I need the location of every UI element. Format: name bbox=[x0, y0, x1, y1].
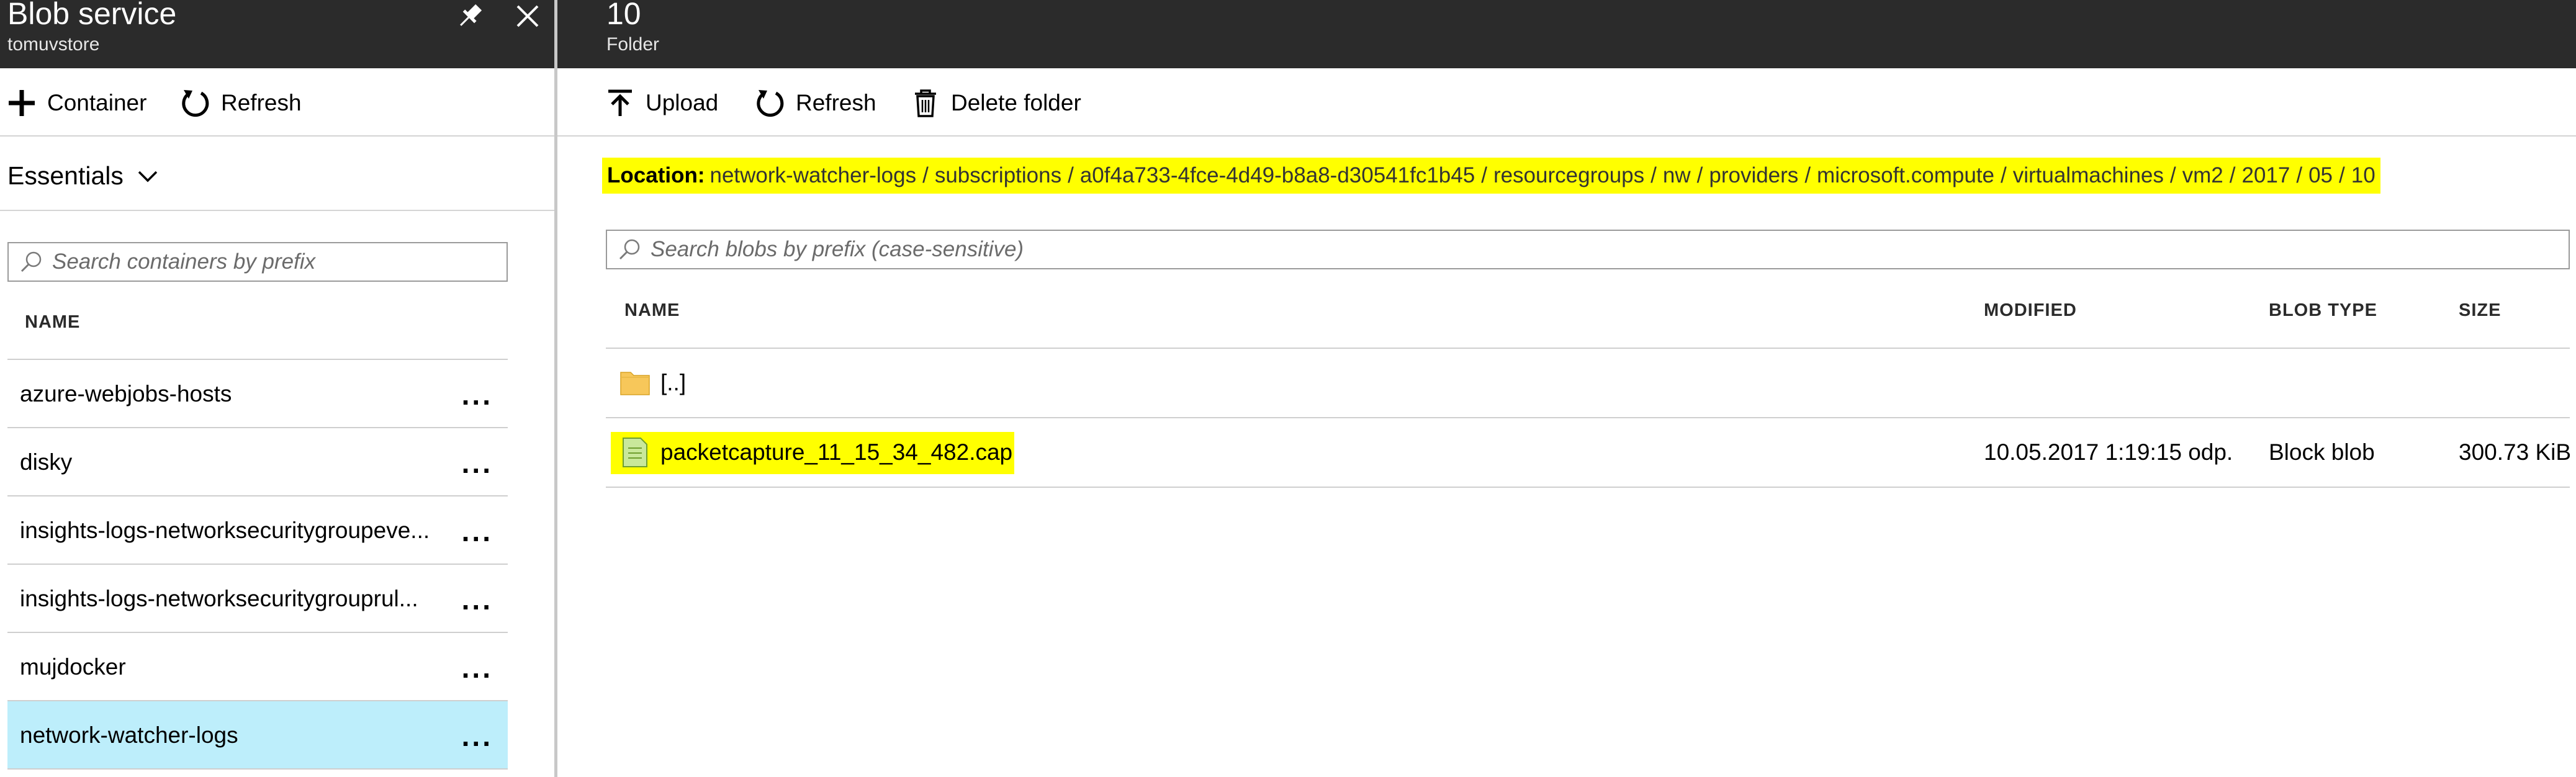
more-options-button[interactable]: ... bbox=[462, 585, 493, 614]
chevron-down-icon bbox=[138, 171, 158, 182]
container-row[interactable]: insights-logs-networksecuritygroupeve...… bbox=[7, 496, 508, 565]
delete-folder-button[interactable]: Delete folder bbox=[910, 84, 1081, 122]
blob-row[interactable]: packetcapture_11_15_34_482.cap 10.05.201… bbox=[606, 418, 2572, 488]
blob-name: packetcapture_11_15_34_482.cap bbox=[660, 439, 1013, 465]
pin-icon[interactable] bbox=[455, 1, 485, 31]
refresh-containers-button[interactable]: Refresh bbox=[180, 84, 302, 122]
parent-folder-name: [..] bbox=[660, 370, 687, 395]
container-row[interactable]: mujdocker ... bbox=[7, 633, 508, 701]
container-search-box[interactable] bbox=[7, 242, 508, 282]
breadcrumb-separator: / bbox=[1804, 163, 1811, 187]
breadcrumb-segment[interactable]: vm2 bbox=[2182, 163, 2223, 188]
breadcrumb-segment[interactable]: nw bbox=[1663, 163, 1691, 188]
breadcrumb-separator: / bbox=[2229, 163, 2236, 187]
breadcrumb-separator: / bbox=[1068, 163, 1074, 187]
container-name: azure-webjobs-hosts bbox=[20, 381, 232, 406]
parent-folder-row[interactable]: [..] bbox=[606, 349, 2570, 418]
refresh-icon bbox=[757, 90, 784, 117]
upload-icon bbox=[608, 89, 632, 116]
container-row[interactable]: disky ... bbox=[7, 428, 508, 496]
breadcrumb-segment[interactable]: 2017 bbox=[2241, 163, 2290, 188]
container-name: insights-logs-networksecuritygroupeve... bbox=[20, 518, 430, 543]
add-container-button[interactable]: Container bbox=[6, 84, 146, 122]
blade-subtitle: Folder bbox=[606, 34, 660, 55]
breadcrumb-segment[interactable]: subscriptions bbox=[935, 163, 1061, 188]
blob-modified: 10.05.2017 1:19:15 odp. bbox=[1984, 439, 2233, 465]
breadcrumb-segment[interactable]: resourcegroups bbox=[1493, 163, 1644, 188]
trash-icon bbox=[915, 89, 936, 117]
size-column-header[interactable]: SIZE bbox=[2459, 300, 2501, 321]
breadcrumb-separator: / bbox=[922, 163, 929, 187]
breadcrumb-segment[interactable]: network-watcher-logs bbox=[709, 163, 916, 188]
refresh-icon bbox=[182, 90, 209, 117]
breadcrumb-separator: / bbox=[2339, 163, 2345, 187]
breadcrumb-separator: / bbox=[2296, 163, 2303, 187]
delete-folder-label: Delete folder bbox=[951, 90, 1081, 115]
folder-toolbar: Upload Refresh Delete folder bbox=[557, 68, 2576, 137]
essentials-toggle[interactable]: Essentials bbox=[0, 137, 554, 211]
container-name-column-header[interactable]: NAME bbox=[25, 312, 80, 333]
container-name: disky bbox=[20, 449, 73, 475]
container-toolbar: Container Refresh bbox=[0, 68, 554, 137]
breadcrumb-segment[interactable]: virtualmachines bbox=[2013, 163, 2164, 188]
search-icon bbox=[619, 239, 640, 260]
plus-icon bbox=[9, 90, 35, 116]
blob-search-input[interactable] bbox=[651, 237, 2569, 262]
location-label: Location: bbox=[607, 163, 705, 187]
name-column-header[interactable]: NAME bbox=[624, 300, 680, 321]
blob-size: 300.73 KiB bbox=[2459, 439, 2572, 465]
breadcrumb-separator: / bbox=[2169, 163, 2176, 187]
breadcrumb-separator: / bbox=[1651, 163, 1657, 187]
more-options-button[interactable]: ... bbox=[462, 380, 493, 409]
folder-icon bbox=[620, 372, 650, 395]
breadcrumb-segment[interactable]: 05 bbox=[2308, 163, 2333, 188]
breadcrumb-segment[interactable]: providers bbox=[1709, 163, 1798, 188]
container-row-selected[interactable]: network-watcher-logs ... bbox=[7, 701, 508, 770]
file-icon bbox=[623, 438, 647, 467]
folder-blade: 10 Folder Upload Refresh Delete folder L… bbox=[557, 0, 2576, 777]
breadcrumb-separator: / bbox=[1696, 163, 1703, 187]
breadcrumb-separator: / bbox=[1481, 163, 1487, 187]
blob-service-blade: Blob service tomuvstore Container Refres… bbox=[0, 0, 554, 777]
breadcrumb-segment[interactable]: microsoft.compute bbox=[1817, 163, 1994, 188]
more-options-button[interactable]: ... bbox=[462, 653, 493, 682]
blade-title: Blob service bbox=[7, 0, 177, 31]
more-options-button[interactable]: ... bbox=[462, 722, 493, 750]
refresh-folder-button[interactable]: Refresh bbox=[755, 84, 876, 122]
blob-type: Block blob bbox=[2269, 439, 2375, 465]
refresh-containers-label: Refresh bbox=[221, 90, 302, 115]
essentials-label: Essentials bbox=[7, 161, 124, 190]
blade-title: 10 bbox=[606, 0, 641, 31]
breadcrumb-separator: / bbox=[2000, 163, 2007, 187]
container-name: network-watcher-logs bbox=[20, 722, 238, 748]
modified-column-header[interactable]: MODIFIED bbox=[1984, 300, 2077, 321]
more-options-button[interactable]: ... bbox=[462, 449, 493, 477]
breadcrumb-segment[interactable]: 10 bbox=[2351, 163, 2376, 188]
refresh-folder-label: Refresh bbox=[796, 90, 876, 115]
add-container-label: Container bbox=[47, 90, 147, 115]
close-icon[interactable] bbox=[513, 1, 543, 31]
upload-label: Upload bbox=[646, 90, 719, 115]
breadcrumb-segment[interactable]: a0f4a733-4fce-4d49-b8a8-d30541fc1b45 bbox=[1080, 163, 1475, 188]
blob-search-box[interactable] bbox=[606, 230, 2570, 269]
blade-header: Blob service tomuvstore bbox=[0, 0, 554, 68]
container-row[interactable]: azure-webjobs-hosts ... bbox=[7, 360, 508, 428]
location-breadcrumb: Location: network-watcher-logs / subscri… bbox=[602, 158, 2380, 194]
container-name: mujdocker bbox=[20, 654, 126, 680]
blade-header: 10 Folder bbox=[557, 0, 2576, 68]
blob-type-column-header[interactable]: BLOB TYPE bbox=[2269, 300, 2377, 321]
blade-subtitle: tomuvstore bbox=[7, 34, 100, 55]
container-search-input[interactable] bbox=[52, 249, 507, 274]
search-icon bbox=[20, 251, 42, 272]
upload-button[interactable]: Upload bbox=[605, 84, 718, 122]
more-options-button[interactable]: ... bbox=[462, 517, 493, 546]
container-name: insights-logs-networksecuritygrouprul... bbox=[20, 586, 418, 611]
container-row[interactable]: insights-logs-networksecuritygrouprul...… bbox=[7, 565, 508, 633]
